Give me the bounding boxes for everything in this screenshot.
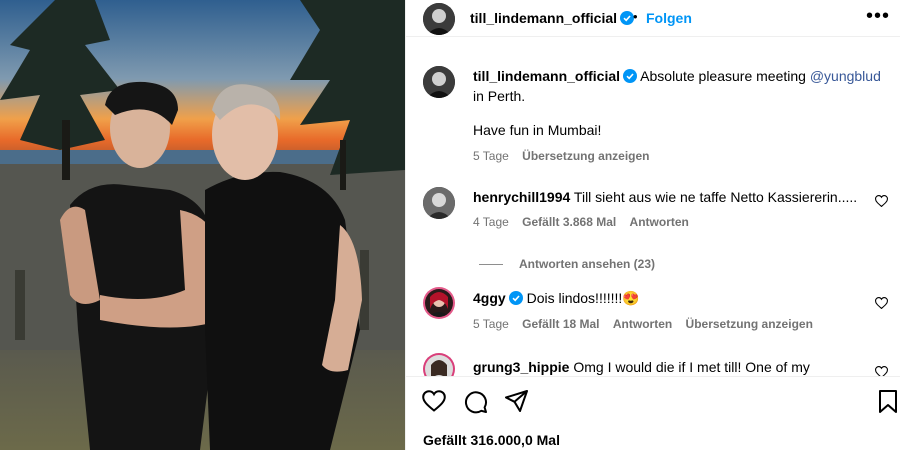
like-heart-icon[interactable] [422, 390, 446, 412]
more-options-icon[interactable]: ••• [866, 3, 890, 29]
comment-username[interactable]: grung3_hippie [473, 359, 569, 375]
bookmark-icon[interactable] [878, 390, 898, 414]
comment-time[interactable]: 5 Tage [473, 317, 509, 331]
paper-plane-icon[interactable] [505, 390, 529, 412]
action-bar [406, 376, 900, 426]
reply-button[interactable]: Antworten [630, 215, 689, 229]
caption-text: Absolute pleasure meeting [640, 68, 810, 84]
post-caption: till_lindemann_official Absolute pleasur… [473, 66, 893, 166]
comment-body: 4ggy Dois lindos!!!!!!!😍 [473, 289, 873, 307]
post-header: till_lindemann_official • Folgen ••• [406, 0, 900, 37]
caption-avatar[interactable] [423, 66, 455, 98]
comment-meta: 5 Tage Gefällt 18 Mal Antworten Übersetz… [473, 317, 823, 331]
verified-badge-icon [620, 11, 635, 25]
commenter-avatar[interactable] [423, 187, 455, 219]
verified-badge-icon [623, 69, 638, 83]
separator-dot: • [633, 9, 638, 24]
author-avatar[interactable] [423, 3, 455, 35]
caption-translate-button[interactable]: Übersetzung anzeigen [522, 149, 649, 163]
comment-username[interactable]: henrychill1994 [473, 189, 570, 205]
author-username[interactable]: till_lindemann_official [470, 10, 635, 26]
likes-count[interactable]: Gefällt 316.000,0 Mal [423, 432, 560, 448]
caption-line-2: Have fun in Mumbai! [473, 122, 602, 138]
author-username-text[interactable]: till_lindemann_official [470, 10, 617, 26]
heart-icon[interactable] [875, 297, 888, 309]
comment-body: henrychill1994 Till sieht aus wie ne taf… [473, 188, 873, 206]
comments-section[interactable]: till_lindemann_official Absolute pleasur… [406, 38, 900, 376]
comment-likes[interactable]: Gefällt 3.868 Mal [522, 215, 616, 229]
comment-username[interactable]: 4ggy [473, 290, 506, 306]
verified-badge-icon [508, 291, 523, 305]
comment-body: grung3_hippie Omg I would die if I met t… [473, 358, 873, 376]
comment-text: Till sieht aus wie ne taffe Netto Kassie… [573, 189, 858, 205]
caption-meta: 5 Tage Übersetzung anzeigen [473, 146, 893, 166]
comment-meta: 4 Tage Gefällt 3.868 Mal Antworten [473, 215, 699, 229]
comment-text: Dois lindos!!!!!!! [526, 290, 623, 306]
follow-button[interactable]: Folgen [646, 10, 692, 26]
post-photo[interactable] [0, 0, 405, 450]
post-panel: till_lindemann_official • Folgen ••• til… [405, 0, 900, 450]
caption-time[interactable]: 5 Tage [473, 149, 509, 163]
heart-eyes-emoji: 😍 [622, 290, 640, 306]
commenter-avatar[interactable] [423, 287, 455, 319]
commenter-avatar[interactable] [423, 353, 455, 376]
post-image [0, 0, 405, 450]
reply-button[interactable]: Antworten [613, 317, 672, 331]
comment-likes[interactable]: Gefällt 18 Mal [522, 317, 599, 331]
comment-translate-button[interactable]: Übersetzung anzeigen [686, 317, 813, 331]
caption-mention-link[interactable]: @yungblud [810, 68, 881, 84]
caption-username[interactable]: till_lindemann_official [473, 68, 620, 84]
comment-icon[interactable] [464, 390, 488, 414]
heart-icon[interactable] [875, 366, 888, 376]
comment-text: Omg I would die if I met till! One of my [573, 359, 810, 375]
comment-time[interactable]: 4 Tage [473, 215, 509, 229]
heart-icon[interactable] [875, 195, 888, 207]
view-replies-button[interactable]: Antworten ansehen (23) [479, 257, 655, 271]
caption-text-end: in Perth. [473, 88, 526, 104]
